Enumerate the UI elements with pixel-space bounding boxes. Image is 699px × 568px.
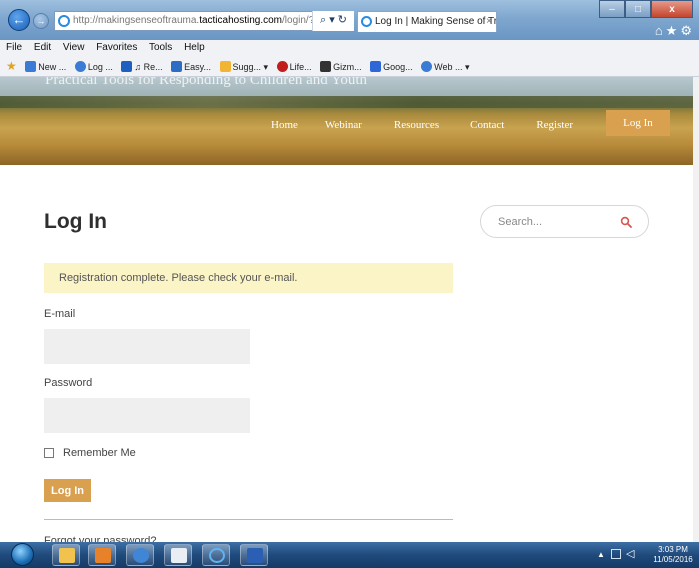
favorite-item[interactable]: Life... [276, 57, 312, 76]
ie-page-icon [58, 15, 70, 27]
password-label: Password [44, 377, 93, 389]
nav-contact[interactable]: Contact [470, 115, 504, 135]
remember-me[interactable]: Remember Me [44, 446, 136, 460]
system-clock[interactable]: 3:03 PM 11/05/2016 [650, 545, 696, 565]
outlook-icon [95, 548, 111, 563]
search-input[interactable] [498, 214, 608, 230]
maximize-icon[interactable]: □ [625, 0, 651, 18]
address-bar[interactable]: http://makingsenseoftrauma.tacticahostin… [54, 11, 354, 31]
tab-close-icon[interactable]: × [486, 12, 492, 31]
ie-page-icon [74, 61, 86, 72]
tab-title: Log In | Making Sense of Tr... [375, 16, 497, 27]
address-tools[interactable]: ⌕ ▾ ↻ [312, 11, 354, 31]
remember-me-checkbox[interactable] [44, 448, 54, 458]
browser-title-bar: ← → http://makingsenseoftrauma.tacticaho… [0, 0, 699, 40]
minimize-icon[interactable]: – [599, 0, 625, 18]
site-header-banner: Practical Tools for Responding to Childr… [0, 77, 699, 165]
g-icon [320, 61, 332, 72]
taskbar-ie[interactable] [202, 544, 230, 566]
email-label: E-mail [44, 308, 76, 320]
nav-home[interactable]: Home [271, 115, 298, 135]
window-controls: – □ x [599, 0, 693, 18]
nav-webinar[interactable]: Webinar [325, 115, 362, 135]
nav-login[interactable]: Log In [606, 110, 670, 136]
browser-tab[interactable]: Log In | Making Sense of Tr... × [357, 11, 497, 32]
folder-icon [59, 548, 75, 563]
taskbar-word[interactable] [240, 544, 268, 566]
divider [44, 519, 453, 520]
ie-icon [171, 61, 183, 72]
email-field[interactable] [44, 329, 250, 364]
favorite-item[interactable]: Gizm... [320, 57, 362, 76]
ie-page-icon [421, 61, 433, 72]
taskbar-media-player[interactable] [126, 544, 154, 566]
close-icon[interactable]: x [651, 0, 693, 18]
home-favorites-tools-icons[interactable]: ⌂★⚙ [655, 23, 695, 39]
favorite-item[interactable]: Goog... [370, 57, 413, 76]
favorite-item[interactable]: Sugg... ▾ [219, 57, 268, 76]
favorite-item[interactable]: Log ... [74, 57, 113, 76]
favorites-star-icon[interactable]: ★ [6, 56, 17, 76]
password-field[interactable] [44, 398, 250, 433]
taskbar-outlook[interactable] [88, 544, 116, 566]
clock-date: 11/05/2016 [653, 555, 693, 564]
word-icon [247, 548, 263, 563]
menu-help[interactable]: Help [184, 42, 205, 53]
page-title: Log In [44, 210, 107, 233]
favorites-bar: ★ New ... Log ... ♫ Re... Easy... Sugg..… [0, 56, 699, 77]
ie-page-icon [25, 61, 37, 72]
tray-expand-icon[interactable]: ▲ [597, 550, 605, 559]
menu-edit[interactable]: Edit [34, 42, 51, 53]
network-icon[interactable] [611, 549, 621, 559]
favorite-item[interactable]: Easy... [171, 57, 211, 76]
favorite-item[interactable]: New ... [25, 57, 66, 76]
nav-register[interactable]: Register [536, 115, 573, 135]
scrollbar[interactable] [693, 77, 699, 542]
search-icon[interactable] [620, 216, 632, 228]
back-icon[interactable]: ← [8, 9, 30, 31]
taskbar-photo[interactable] [164, 544, 192, 566]
url-prefix: http://makingsenseoftrauma. [73, 15, 200, 26]
menu-tools[interactable]: Tools [149, 42, 172, 53]
main-nav: Home Webinar Resources Contact Register [262, 115, 573, 135]
media-player-icon [133, 548, 149, 563]
google-icon [370, 61, 382, 72]
life-icon [276, 61, 288, 72]
s-icon [121, 61, 133, 72]
start-button-icon[interactable] [11, 543, 34, 566]
url-host: tacticahosting.com [199, 15, 283, 26]
search-box [480, 205, 649, 238]
site-tagline: Practical Tools for Responding to Childr… [45, 77, 367, 88]
login-button[interactable]: Log In [44, 479, 91, 502]
favorite-item[interactable]: ♫ Re... [121, 57, 163, 76]
forward-icon[interactable]: → [33, 13, 49, 29]
menu-file[interactable]: File [6, 42, 22, 53]
suggested-sites-icon [219, 61, 231, 72]
taskbar-explorer[interactable] [52, 544, 80, 566]
nav-resources[interactable]: Resources [394, 115, 439, 135]
clock-time: 3:03 PM [658, 545, 688, 554]
menu-view[interactable]: View [63, 42, 85, 53]
volume-icon[interactable]: ◁ [626, 547, 634, 560]
ie-icon [209, 548, 225, 563]
registration-notice: Registration complete. Please check your… [44, 263, 453, 293]
tree-line [0, 96, 699, 108]
taskbar: ▲ ◁ 3:03 PM 11/05/2016 [0, 542, 699, 568]
menu-favorites[interactable]: Favorites [96, 42, 137, 53]
favorite-item[interactable]: Web ... ▾ [421, 57, 470, 76]
tab-favicon-icon [361, 16, 372, 27]
photo-icon [171, 548, 187, 563]
remember-me-label: Remember Me [63, 447, 136, 459]
menu-bar: File Edit View Favorites Tools Help [0, 40, 699, 56]
